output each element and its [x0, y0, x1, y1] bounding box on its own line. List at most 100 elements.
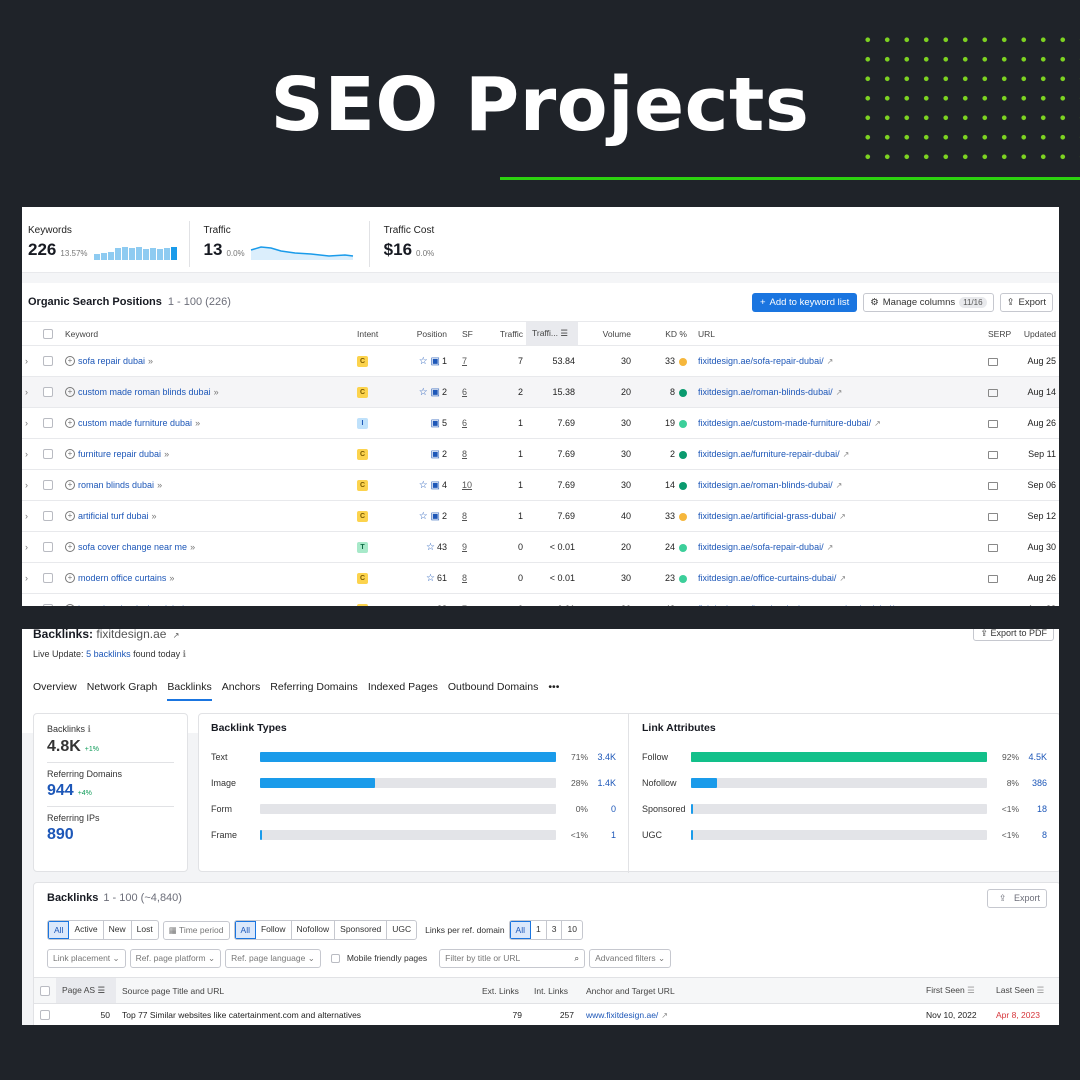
export-button[interactable]: ⇪ Export [999, 292, 1053, 312]
bar-count[interactable]: 3.4K [588, 752, 616, 762]
mobile-friendly-checkbox[interactable] [330, 953, 340, 963]
expand-row-icon[interactable]: › [25, 480, 28, 490]
row-checkbox[interactable] [40, 1010, 50, 1021]
expand-row-icon[interactable]: › [25, 511, 28, 521]
type-filter-follow[interactable]: Follow [256, 921, 292, 939]
col-kd[interactable]: KD % [634, 321, 690, 346]
expand-row-icon[interactable]: › [25, 449, 28, 459]
bar-row-nofollow[interactable]: Nofollow 8% 386 [642, 777, 1047, 789]
external-link-icon[interactable]: ↗ [827, 357, 834, 366]
col-ext-links[interactable]: Ext. Links [476, 977, 528, 1004]
open-keyword-icon[interactable]: » [187, 604, 192, 606]
bar-count[interactable]: 8 [1019, 830, 1047, 840]
type-filter-ugc[interactable]: UGC [387, 921, 416, 939]
links-per-10[interactable]: 10 [562, 921, 581, 939]
sf-value[interactable]: 9 [462, 542, 467, 552]
keyword-link[interactable]: sofa cover change near me [78, 542, 187, 552]
col-sf[interactable]: SF [450, 321, 488, 346]
col-last-seen[interactable]: Last Seen ☰ [990, 977, 1059, 1004]
table-row[interactable]: › + custom made furniture dubai» I ▣ 5 6 1 7.69 3… [22, 407, 1059, 439]
external-link-icon[interactable]: ↗ [839, 512, 846, 521]
expand-row-icon[interactable]: › [25, 542, 28, 552]
col-url[interactable]: URL [690, 321, 985, 346]
add-keyword-icon[interactable]: + [65, 449, 75, 460]
status-filter-new[interactable]: New [104, 921, 132, 939]
row-checkbox[interactable] [43, 449, 53, 460]
links-per-all[interactable]: All [509, 921, 531, 939]
url-link[interactable]: fixitdesign.ae/roman-blinds-dubai/ [698, 387, 833, 397]
add-keyword-icon[interactable]: + [65, 387, 75, 398]
col-volume[interactable]: Volume [578, 321, 634, 346]
col-traffic-percent[interactable]: Traffi... ☰ [526, 321, 578, 346]
bar-count[interactable]: 0 [588, 804, 616, 814]
filter-search-input[interactable]: Filter by title or URL ⌕ [439, 948, 586, 968]
external-link-icon[interactable]: ↗ [874, 419, 881, 428]
add-keyword-icon[interactable]: + [65, 573, 75, 584]
metric-keywords[interactable]: Keywords 226 13.57% [28, 221, 190, 267]
bar-row-frame[interactable]: Frame <1% 1 [211, 829, 616, 841]
bar-count[interactable]: 4.5K [1019, 752, 1047, 762]
tab-referring-domains[interactable]: Referring Domains [270, 681, 358, 701]
keyword-link[interactable]: custom made roman blinds dubai [78, 387, 211, 397]
row-checkbox[interactable] [43, 356, 53, 367]
info-icon[interactable]: ℹ [183, 649, 186, 659]
add-keyword-icon[interactable]: + [65, 356, 75, 367]
type-filter-sponsored[interactable]: Sponsored [335, 921, 388, 939]
table-row[interactable]: › +home interior design dubai» C 28 7 0< 0.01… [22, 593, 1059, 606]
keyword-link[interactable]: roman blinds dubai [78, 480, 154, 490]
serp-snapshot-icon[interactable] [988, 419, 998, 428]
row-checkbox[interactable] [43, 387, 53, 398]
table-row[interactable]: › + roman blinds dubai» C ☆ ▣ 4 10 1 7.69 30 14 fix… [22, 469, 1059, 501]
tab-overview[interactable]: Overview [33, 681, 77, 701]
col-first-seen[interactable]: First Seen ☰ [920, 977, 990, 1004]
expand-row-icon[interactable]: › [25, 573, 28, 583]
expand-row-icon[interactable]: › [25, 418, 28, 428]
tab-network-graph[interactable]: Network Graph [87, 681, 158, 701]
add-to-keyword-list-button[interactable]: + Add to keyword list [751, 292, 858, 312]
external-link-icon[interactable]: ↗ [836, 388, 843, 397]
bar-row-follow[interactable]: Follow 92% 4.5K [642, 751, 1047, 763]
table-row[interactable]: › + furniture repair dubai» C ▣ 2 8 1 7.69 30 2 fix… [22, 438, 1059, 470]
links-per-1[interactable]: 1 [531, 921, 547, 939]
url-link[interactable]: fixitdesign.ae/interior-design-companies… [698, 604, 894, 606]
anchor-link[interactable]: www.fixitdesign.ae/ [586, 1010, 658, 1020]
keyword-link[interactable]: furniture repair dubai [78, 449, 161, 459]
col-keyword[interactable]: Keyword [62, 321, 354, 346]
keyword-link[interactable]: modern office curtains [78, 573, 166, 583]
url-link[interactable]: fixitdesign.ae/custom-made-furniture-dub… [698, 418, 871, 428]
bar-row-form[interactable]: Form 0% 0 [211, 803, 616, 815]
expand-row-icon[interactable]: › [25, 604, 28, 606]
links-per-3[interactable]: 3 [547, 921, 563, 939]
summary-referring-domains[interactable]: Referring Domains 944 +4% [47, 769, 174, 807]
row-checkbox[interactable] [43, 604, 53, 606]
serp-snapshot-icon[interactable] [988, 388, 998, 397]
table-row[interactable]: 50 Top 77 Similar websites like catertai… [34, 1004, 1059, 1026]
advanced-filters-dropdown[interactable]: Advanced filters ⌄ [589, 948, 672, 968]
search-icon[interactable]: ⌕ [574, 953, 579, 964]
table-row[interactable]: › + custom made roman blinds dubai» C ☆ ▣ 2 6 2… [22, 376, 1059, 408]
row-checkbox[interactable] [43, 573, 53, 584]
table-row[interactable]: › + modern office curtains» C ☆ 61 8 0 < 0.01 30 2… [22, 562, 1059, 594]
external-link-icon[interactable]: ↗ [661, 1011, 668, 1020]
ref-page-platform-dropdown[interactable]: Ref. page platform ⌄ [129, 948, 222, 968]
table-row[interactable]: › + artificial turf dubai» C ☆ ▣ 2 8 1 7.69 40 33 f… [22, 500, 1059, 532]
summary-backlinks[interactable]: Backlinks ℹ 4.8K +1% [47, 724, 174, 763]
external-link-icon[interactable]: ↗ [897, 605, 904, 606]
open-keyword-icon[interactable]: » [190, 542, 195, 552]
col-serp[interactable]: SERP [985, 321, 1019, 346]
external-link-icon[interactable]: ↗ [839, 574, 846, 583]
bar-count[interactable]: 386 [1019, 778, 1047, 788]
external-link-icon[interactable]: ↗ [843, 450, 850, 459]
metric-traffic-cost[interactable]: Traffic Cost $16 0.0% [384, 221, 447, 267]
select-all-checkbox[interactable] [43, 328, 53, 339]
add-keyword-icon[interactable]: + [65, 418, 75, 429]
keyword-link[interactable]: sofa repair dubai [78, 356, 145, 366]
open-keyword-icon[interactable]: » [169, 573, 174, 583]
tab-anchors[interactable]: Anchors [222, 681, 261, 701]
bar-count[interactable]: 1.4K [588, 778, 616, 788]
summary-referring-ips[interactable]: Referring IPs 890 [47, 813, 174, 850]
col-page-as[interactable]: Page AS ☰ [56, 977, 116, 1004]
col-int-links[interactable]: Int. Links [528, 977, 580, 1004]
keyword-link[interactable]: custom made furniture dubai [78, 418, 192, 428]
select-all-checkbox[interactable] [40, 985, 50, 996]
